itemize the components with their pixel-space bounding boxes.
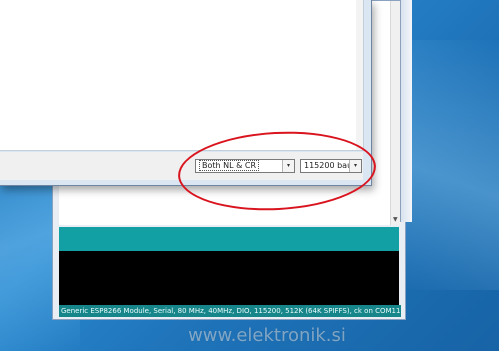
status-bar: Generic ESP8266 Module, Serial, 80 MHz, … — [59, 305, 401, 317]
scroll-down-arrow-icon[interactable]: ▼ — [393, 216, 398, 223]
chevron-down-icon[interactable]: ▾ — [349, 160, 361, 172]
serial-output-area[interactable] — [0, 0, 364, 151]
console-output — [59, 251, 399, 305]
line-ending-select[interactable]: Both NL & CR ▾ — [195, 159, 295, 173]
serial-monitor-window: Both NL & CR ▾ 115200 baud ▾ — [0, 0, 372, 186]
chevron-down-icon[interactable]: ▾ — [282, 160, 294, 172]
message-area-bar — [59, 227, 399, 251]
baud-rate-select[interactable]: 115200 baud ▾ — [300, 159, 362, 173]
window-edge — [400, 0, 412, 222]
line-ending-value: Both NL & CR — [199, 160, 260, 171]
watermark: www.elektronik.si — [188, 325, 346, 346]
serial-output-scrollbar[interactable] — [356, 0, 363, 150]
desktop-background-light — [400, 40, 499, 290]
serial-monitor-footer: Both NL & CR ▾ 115200 baud ▾ — [0, 152, 363, 180]
